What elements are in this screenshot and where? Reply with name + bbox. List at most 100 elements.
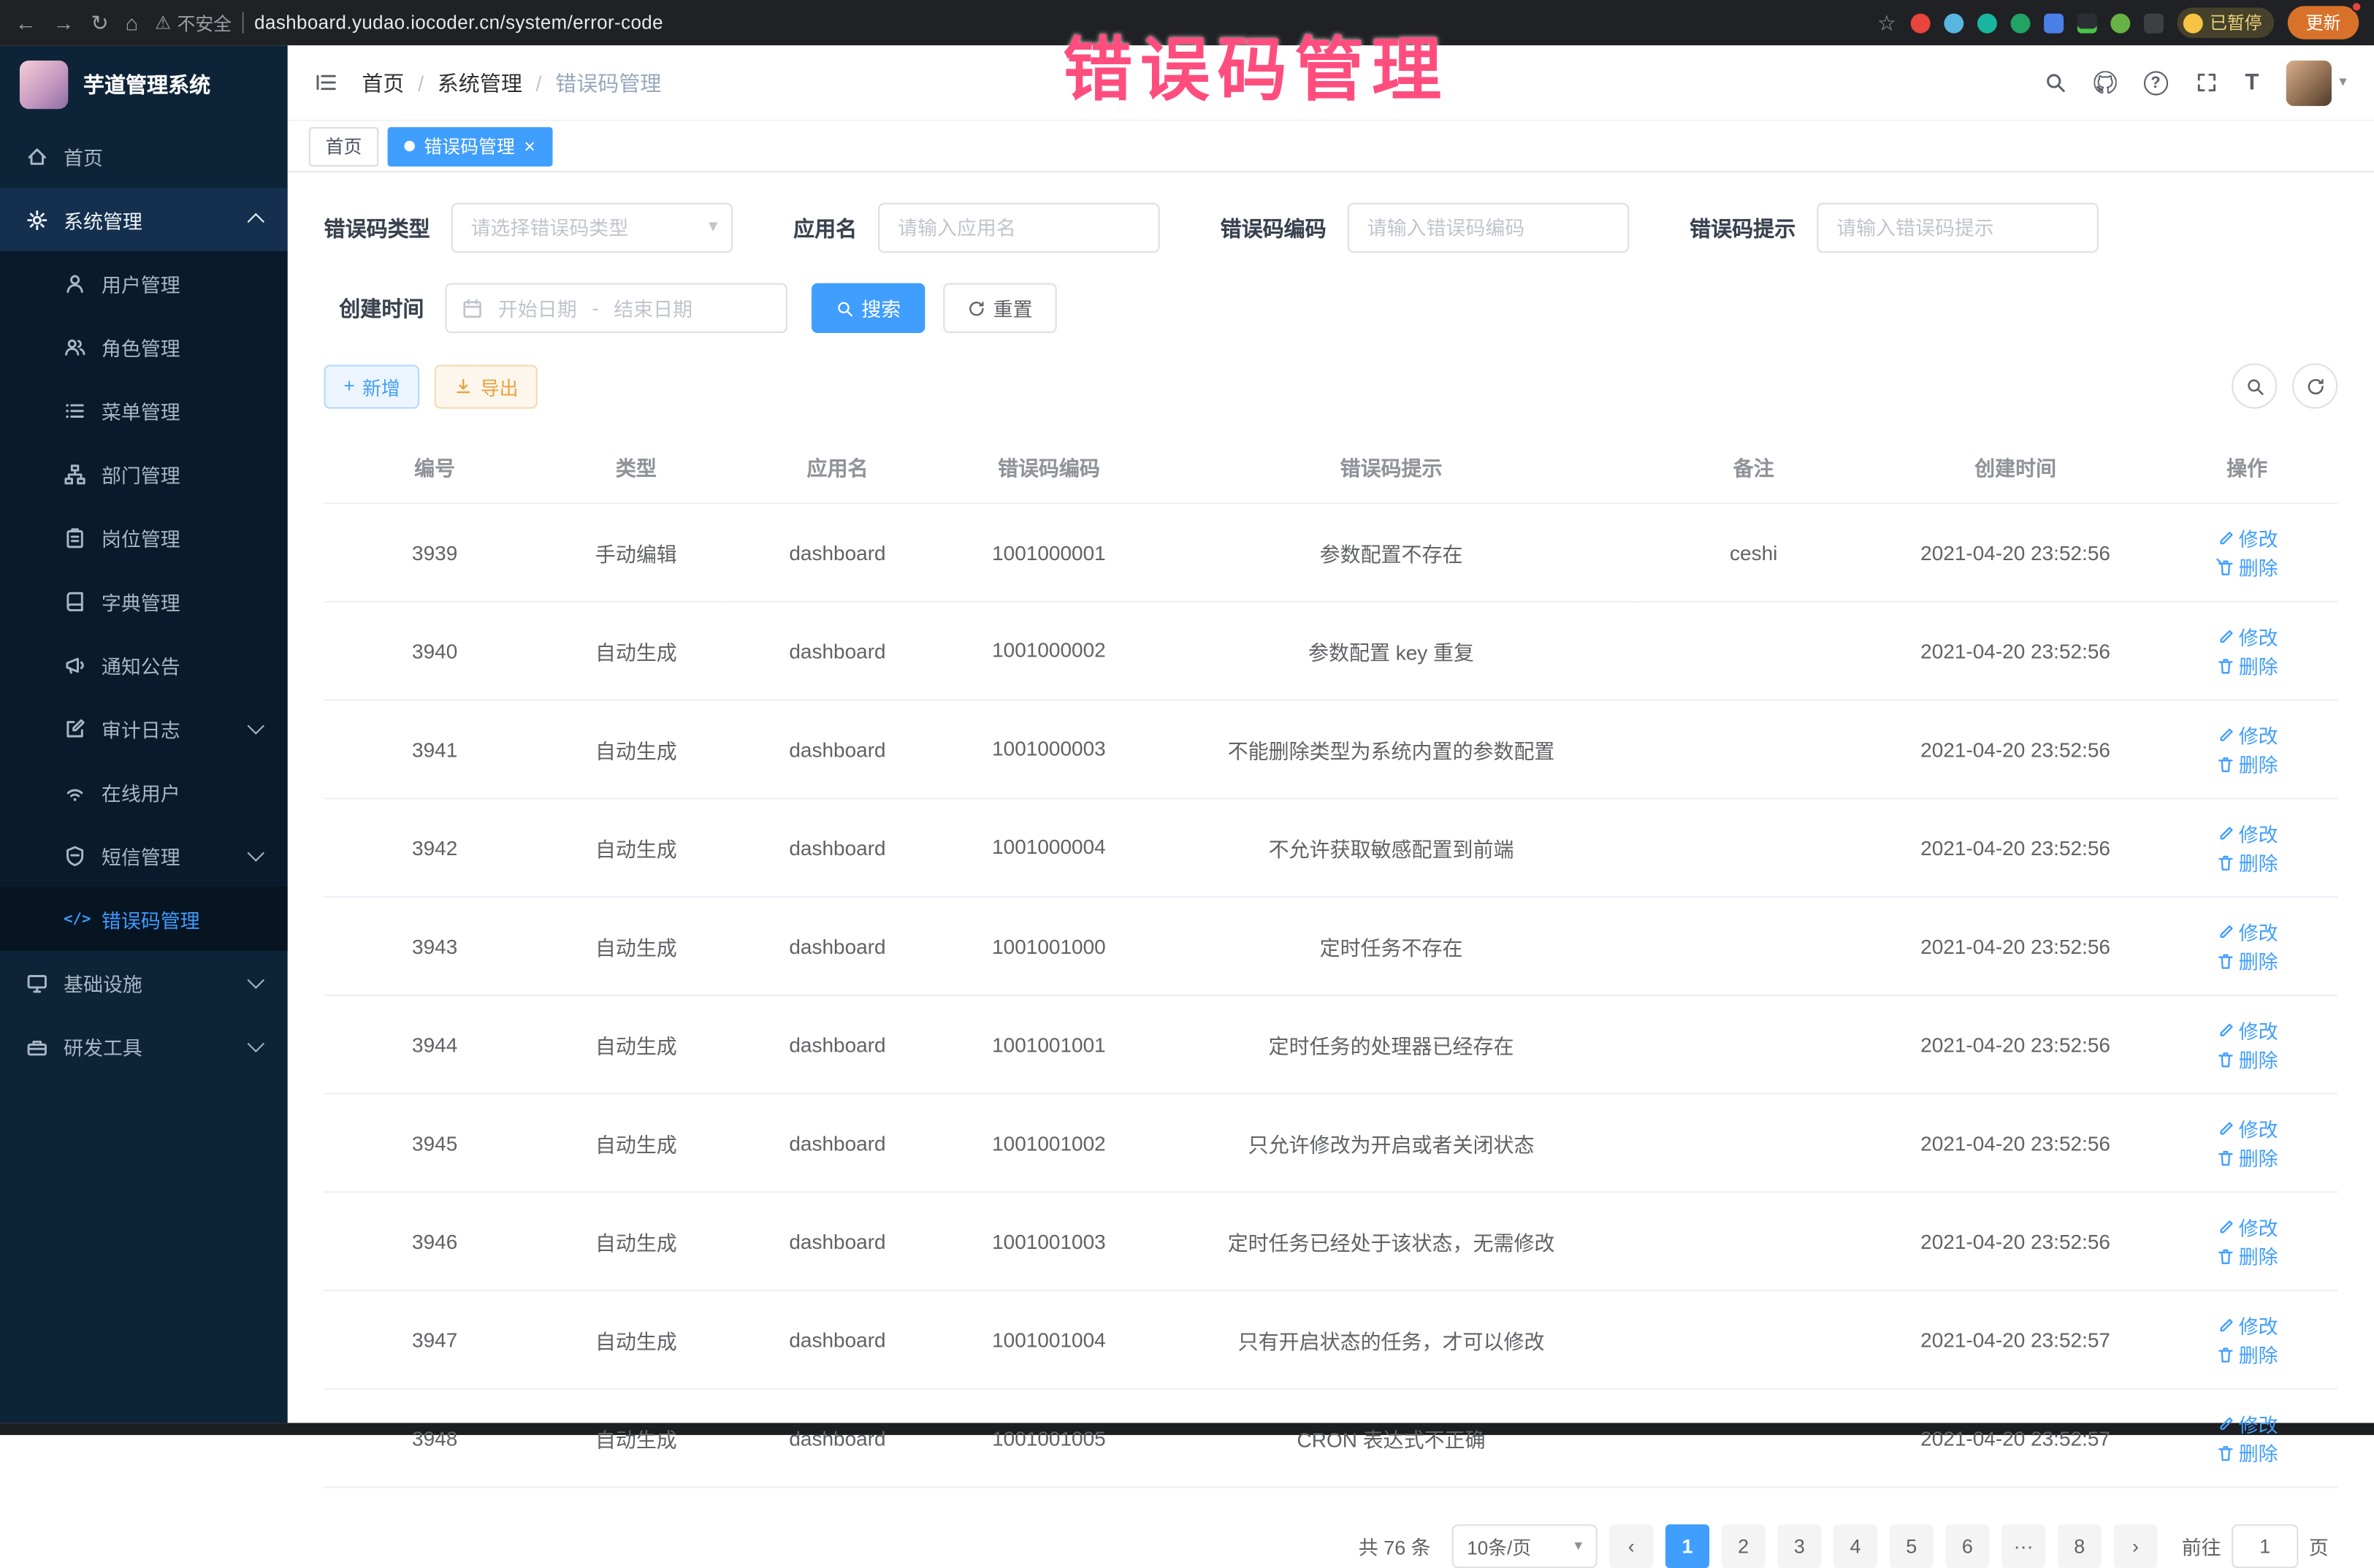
- browser-reload-icon[interactable]: ↻: [91, 9, 108, 35]
- paused-badge[interactable]: 已暂停: [2177, 7, 2275, 37]
- edit-link[interactable]: 修改: [2216, 1410, 2278, 1438]
- export-button[interactable]: 导出: [435, 364, 538, 408]
- delete-link[interactable]: 删除: [2216, 553, 2278, 581]
- prev-page-button[interactable]: ‹: [1609, 1524, 1653, 1568]
- edit-link[interactable]: 修改: [2216, 1212, 2278, 1241]
- cell-actions: 修改 删除: [2156, 700, 2337, 799]
- delete-link[interactable]: 删除: [2216, 1339, 2278, 1368]
- sidebar-item-devtools[interactable]: 研发工具: [0, 1014, 288, 1078]
- more-pages-button[interactable]: ···: [2001, 1524, 2045, 1568]
- error-hint-input[interactable]: [1817, 203, 2099, 253]
- page-size-select[interactable]: 10条/页 ▾: [1452, 1524, 1598, 1568]
- sidebar-item-online-users[interactable]: 在线用户: [0, 760, 288, 823]
- extension-icon-blue[interactable]: [1943, 13, 1963, 33]
- sidebar-item-posts[interactable]: 岗位管理: [0, 505, 288, 569]
- chevron-down-icon: ▾: [2339, 74, 2346, 91]
- browser-forward-icon[interactable]: →: [53, 11, 75, 35]
- delete-link[interactable]: 删除: [2216, 651, 2278, 679]
- extension-icon-teal[interactable]: [1977, 13, 1996, 33]
- sidebar-item-users[interactable]: 用户管理: [0, 251, 288, 315]
- delete-link[interactable]: 删除: [2216, 1143, 2278, 1171]
- sidebar-item-dictionary[interactable]: 字典管理: [0, 569, 288, 632]
- cell-remark: [1633, 602, 1874, 700]
- search-icon[interactable]: [2044, 71, 2066, 93]
- sidebar-item-departments[interactable]: 部门管理: [0, 442, 288, 505]
- browser-back-icon[interactable]: ←: [15, 11, 37, 35]
- refresh-table-button[interactable]: [2292, 363, 2337, 408]
- extensions-puzzle-icon[interactable]: [2143, 13, 2163, 33]
- cell-hint: 只有开启状态的任务，才可以修改: [1150, 1290, 1633, 1389]
- sidebar-item-audit-logs[interactable]: 审计日志: [0, 696, 288, 760]
- col-hint: 错误码提示: [1150, 430, 1633, 504]
- edit-link[interactable]: 修改: [2216, 721, 2278, 749]
- address-bar[interactable]: ⚠ 不安全 dashboard.yudao.iocoder.cn/system/…: [155, 9, 663, 35]
- sidebar-item-error-codes[interactable]: </> 错误码管理: [0, 887, 288, 951]
- sidebar-item-sms[interactable]: 短信管理: [0, 824, 288, 887]
- delete-link[interactable]: 删除: [2216, 946, 2278, 974]
- delete-link[interactable]: 删除: [2216, 1242, 2278, 1270]
- sidebar-item-infrastructure[interactable]: 基础设施: [0, 951, 288, 1014]
- filter-row-1: 错误码类型 ▾ 应用名 错误码编码: [324, 203, 2338, 253]
- edit-link[interactable]: 修改: [2216, 819, 2278, 847]
- sidebar-item-menus[interactable]: 菜单管理: [0, 378, 288, 442]
- date-range-picker[interactable]: 开始日期 - 结束日期: [445, 283, 787, 333]
- page-button-6[interactable]: 6: [1945, 1524, 1989, 1568]
- sidebar-item-notices[interactable]: 通知公告: [0, 632, 288, 696]
- sidebar-item-home[interactable]: 首页: [0, 124, 288, 188]
- cell-hint: CRON 表达式不正确: [1150, 1389, 1633, 1488]
- delete-link[interactable]: 删除: [2216, 1044, 2278, 1073]
- sidebar-item-system-management[interactable]: 系统管理: [0, 188, 288, 251]
- goto-page-input[interactable]: [2232, 1524, 2298, 1568]
- app-logo-row[interactable]: 芋道管理系统: [0, 45, 288, 124]
- extension-icon-grid[interactable]: [2043, 13, 2063, 33]
- page-button-3[interactable]: 3: [1777, 1524, 1821, 1568]
- app-name-input[interactable]: [878, 203, 1160, 253]
- help-icon[interactable]: ?: [2144, 70, 2168, 94]
- tab-home[interactable]: 首页: [309, 126, 378, 166]
- cell-code: 1001000003: [948, 700, 1150, 799]
- reset-button[interactable]: 重置: [943, 283, 1056, 333]
- edit-link[interactable]: 修改: [2216, 917, 2278, 946]
- fullscreen-icon[interactable]: [2195, 71, 2218, 93]
- page-button-8[interactable]: 8: [2058, 1524, 2102, 1568]
- start-date-placeholder[interactable]: 开始日期: [498, 294, 577, 322]
- font-size-icon[interactable]: T: [2245, 69, 2259, 95]
- breadcrumb-home[interactable]: 首页: [362, 67, 404, 97]
- edit-link[interactable]: 修改: [2216, 1016, 2278, 1044]
- update-button[interactable]: 更新: [2288, 6, 2359, 39]
- extension-icon-on-badge[interactable]: [2077, 13, 2096, 33]
- bookmark-star-icon[interactable]: ☆: [1877, 9, 1896, 35]
- edit-link[interactable]: 修改: [2216, 1114, 2278, 1143]
- sidebar-item-roles[interactable]: 角色管理: [0, 315, 288, 378]
- edit-link[interactable]: 修改: [2216, 524, 2278, 552]
- end-date-placeholder[interactable]: 结束日期: [614, 294, 692, 322]
- collapse-sidebar-icon[interactable]: [315, 71, 337, 93]
- extension-icon-green-check[interactable]: [2010, 13, 2030, 33]
- table-row: 3947 自动生成 dashboard 1001001004 只有开启状态的任务…: [324, 1290, 2338, 1389]
- browser-home-icon[interactable]: ⌂: [125, 11, 138, 35]
- tab-error-codes[interactable]: 错误码管理 ×: [388, 126, 552, 166]
- extension-icon-red[interactable]: [1910, 13, 1930, 33]
- user-menu[interactable]: ▾: [2286, 60, 2347, 105]
- add-button[interactable]: + 新增: [324, 364, 420, 408]
- delete-link[interactable]: 删除: [2216, 848, 2278, 876]
- close-tab-icon[interactable]: ×: [524, 137, 535, 156]
- error-code-input[interactable]: [1348, 203, 1630, 253]
- delete-link[interactable]: 删除: [2216, 1438, 2278, 1466]
- extension-icon-leaf[interactable]: [2110, 13, 2129, 33]
- delete-link[interactable]: 删除: [2216, 749, 2278, 778]
- cell-code: 1001000002: [948, 602, 1150, 700]
- page-button-4[interactable]: 4: [1833, 1524, 1877, 1568]
- github-icon[interactable]: [2094, 71, 2116, 93]
- toggle-search-button[interactable]: [2232, 363, 2277, 408]
- page-button-1[interactable]: 1: [1665, 1524, 1709, 1568]
- next-page-button[interactable]: ›: [2113, 1524, 2157, 1568]
- edit-link[interactable]: 修改: [2216, 1311, 2278, 1339]
- page-button-5[interactable]: 5: [1890, 1524, 1934, 1568]
- page-button-2[interactable]: 2: [1722, 1524, 1766, 1568]
- breadcrumb-system[interactable]: 系统管理: [438, 67, 522, 97]
- edit-link[interactable]: 修改: [2216, 622, 2278, 651]
- roles-icon: [64, 335, 86, 358]
- error-type-select[interactable]: [451, 203, 733, 253]
- search-button[interactable]: 搜索: [812, 283, 925, 333]
